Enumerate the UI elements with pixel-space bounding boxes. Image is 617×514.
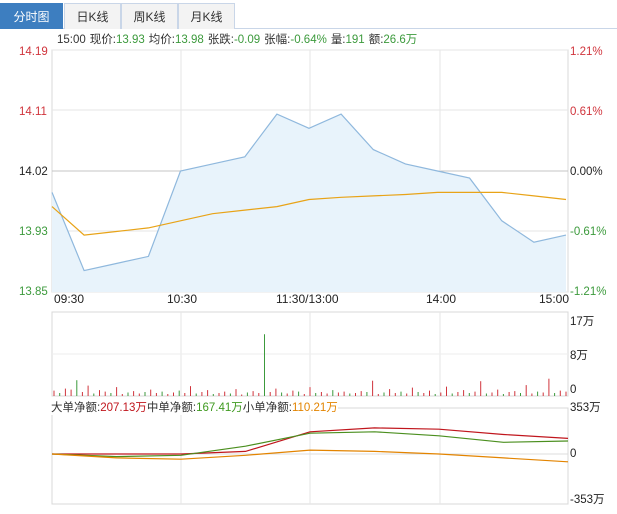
small-flow-label: 小单净额: (242, 402, 292, 414)
pct-axis-label: 0.00% (570, 166, 603, 178)
pct-axis-label: 0.61% (570, 106, 603, 118)
price-axis-label: 13.85 (19, 286, 48, 298)
volume-axis-label: 8万 (570, 350, 588, 362)
time-axis-label: 11:30/13:00 (276, 292, 339, 306)
medium-flow-label: 中单净额: (146, 402, 197, 414)
price-axis-label: 14.11 (19, 106, 47, 118)
large-flow-value: 207.13万 (100, 402, 147, 414)
time-axis-label: 15:00 (539, 292, 570, 306)
small-flow-value: 110.21万 (291, 402, 338, 414)
pct-axis-label: -0.61% (570, 226, 607, 238)
price-axis-label: 13.93 (19, 226, 48, 238)
volume-axis-label: 0 (570, 384, 577, 396)
price-axis-label: 14.19 (19, 46, 48, 58)
pct-axis-label: 1.21% (570, 46, 603, 58)
time-axis-label: 14:00 (426, 292, 457, 306)
flow-axis-label: 353万 (570, 402, 601, 414)
large-flow-label: 大单净额: (51, 402, 101, 414)
flow-axis-label: -353万 (570, 494, 605, 506)
pct-axis-label: -1.21% (570, 286, 607, 298)
price-axis-label: 14.02 (19, 166, 48, 178)
medium-flow-value: 167.41万 (196, 402, 243, 414)
volume-axis-label: 17万 (570, 316, 595, 328)
flow-axis-label: 0 (570, 448, 577, 460)
capital-flow-legend: 大单净额:207.13万中单净额:167.41万小单净额:110.21万 (51, 401, 338, 415)
time-axis-label: 10:30 (167, 292, 198, 306)
intraday-chart (51, 49, 569, 505)
time-axis-label: 09:30 (54, 292, 85, 306)
